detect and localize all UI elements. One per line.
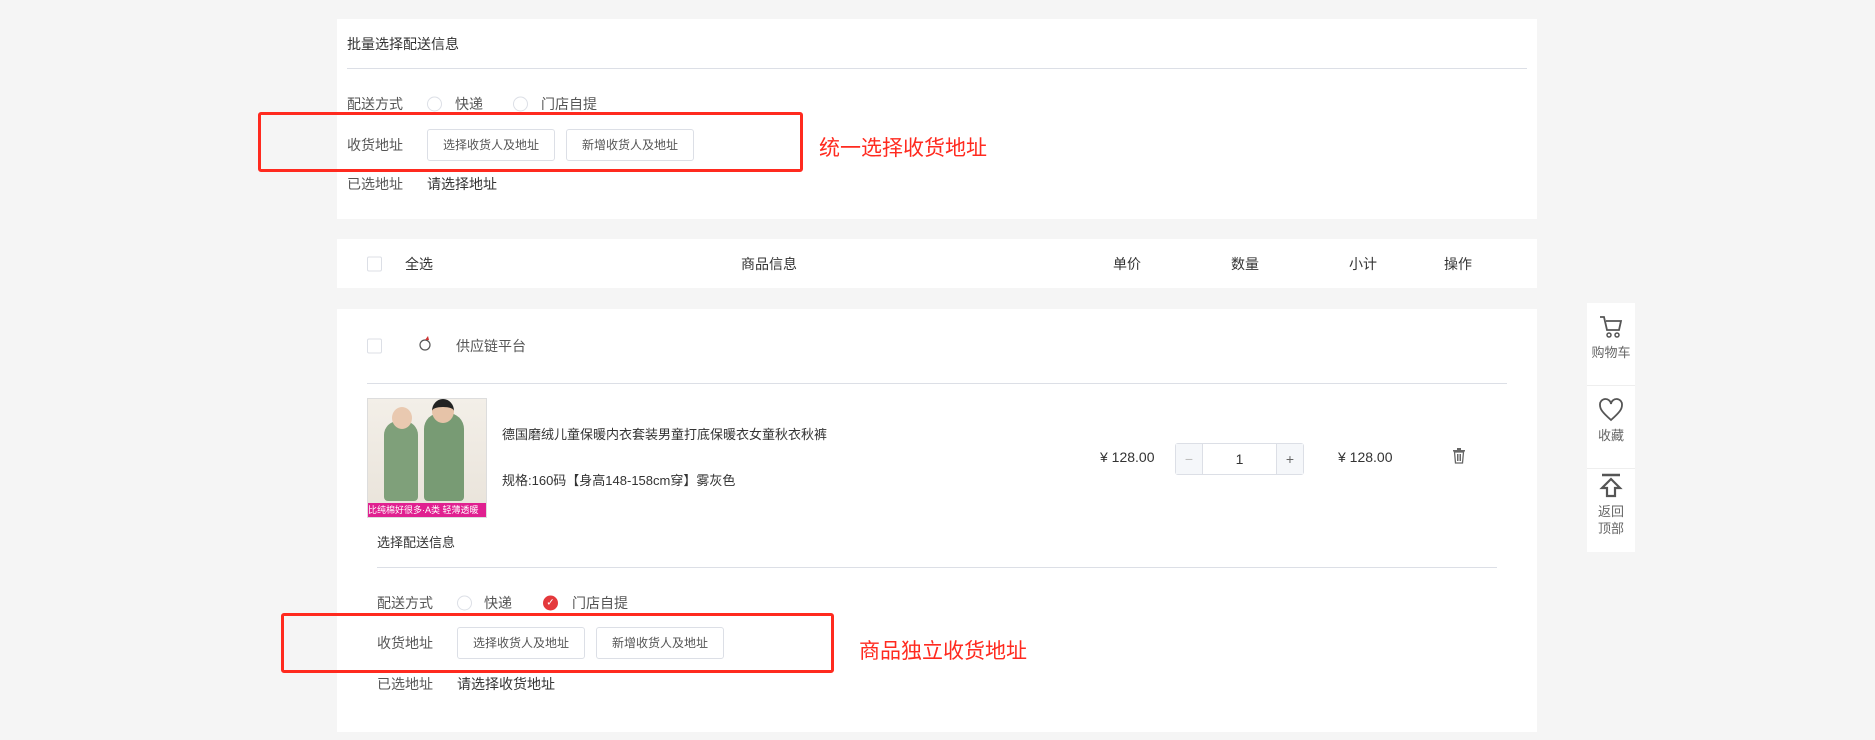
divider <box>367 383 1507 384</box>
col-product-info: 商品信息 <box>741 256 797 272</box>
sidebar-favorite[interactable]: 收藏 <box>1587 386 1635 469</box>
quantity-input[interactable]: 1 <box>1203 444 1276 474</box>
item-delivery-method-label: 配送方式 <box>377 595 433 611</box>
batch-title: 批量选择配送信息 <box>347 36 459 52</box>
col-unit-price: 单价 <box>1113 256 1141 272</box>
divider <box>377 567 1497 568</box>
sidebar-cart[interactable]: 购物车 <box>1587 303 1635 386</box>
item-pickup-label[interactable]: 门店自提 <box>572 594 628 612</box>
item-express-label[interactable]: 快递 <box>484 594 512 612</box>
trash-icon[interactable] <box>1452 448 1466 467</box>
unit-price: ¥ 128.00 <box>1100 449 1155 465</box>
item-delivery-title: 选择配送信息 <box>377 535 456 550</box>
col-subtotal: 小计 <box>1349 256 1377 272</box>
radio-pickup[interactable] <box>513 96 528 112</box>
product-spec: 规格:160码【身高148-158cm穿】雾灰色 <box>502 473 736 488</box>
item-annotation-label: 商品独立收货地址 <box>859 640 1027 663</box>
cart-label: 购物车 <box>1591 345 1631 360</box>
top-label: 顶部 <box>1597 521 1624 536</box>
shop-icon <box>418 335 432 351</box>
back-label: 返回 <box>1597 504 1624 519</box>
shop-name[interactable]: 供应链平台 <box>456 337 526 355</box>
selected-address-value: 请选择地址 <box>427 176 497 192</box>
item-selected-address-label: 已选地址 <box>377 676 433 692</box>
select-all-label[interactable]: 全选 <box>405 255 433 273</box>
increase-button[interactable]: + <box>1276 444 1303 474</box>
shop-checkbox[interactable] <box>367 338 382 354</box>
pickup-label[interactable]: 门店自提 <box>541 95 597 113</box>
sidebar-back-to-top[interactable]: 返回 顶部 <box>1587 469 1635 552</box>
product-image-banner: 比纯棉好很多·A类 轻薄透暖 <box>368 503 486 517</box>
item-radio-express[interactable] <box>457 595 472 611</box>
item-selected-address-value: 请选择收货地址 <box>457 676 555 692</box>
back-to-top-icon <box>1599 473 1623 498</box>
product-image[interactable]: 比纯棉好很多·A类 轻薄透暖 <box>367 398 487 518</box>
decrease-button[interactable]: − <box>1176 444 1203 474</box>
item-annotation-box <box>281 613 834 673</box>
delivery-method-label: 配送方式 <box>347 96 403 112</box>
express-label[interactable]: 快递 <box>455 95 483 113</box>
annotation-box <box>258 112 803 172</box>
quantity-stepper: − 1 + <box>1175 443 1304 475</box>
annotation-label: 统一选择收货地址 <box>819 137 987 160</box>
heart-icon <box>1599 398 1623 422</box>
col-action: 操作 <box>1444 256 1472 272</box>
col-quantity: 数量 <box>1231 256 1259 272</box>
radio-express[interactable] <box>427 96 442 112</box>
product-title[interactable]: 德国磨绒儿童保暖内衣套装男童打底保暖衣女童秋衣秋裤 <box>502 426 827 444</box>
floating-sidebar: 购物车 收藏 返回 顶部 <box>1587 303 1635 552</box>
favorite-label: 收藏 <box>1597 428 1624 443</box>
cart-icon <box>1600 316 1623 338</box>
selected-address-label: 已选地址 <box>347 176 403 192</box>
item-radio-pickup-checked[interactable]: ✓ <box>543 595 558 611</box>
item-subtotal: ¥ 128.00 <box>1338 449 1393 465</box>
divider <box>347 68 1527 69</box>
select-all-checkbox[interactable] <box>367 256 382 272</box>
